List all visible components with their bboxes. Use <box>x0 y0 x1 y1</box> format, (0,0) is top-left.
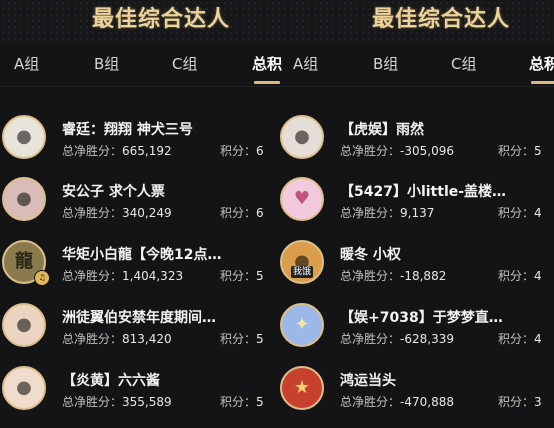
streamer-name: 睿廷：翔翔 神犬三号 <box>62 122 193 138</box>
tab-group-b-right[interactable]: B组 <box>373 53 398 75</box>
streamer-name: 【5427】小little-盖楼… <box>340 184 507 200</box>
ranking-list-item[interactable]: ● 洲徒翼伯安禁年度期间… 总净胜分：813,420 积分：5 <box>2 303 279 365</box>
streamer-name: 【虎娱】雨然 <box>340 122 424 138</box>
avatar: ● <box>2 177 46 221</box>
divider <box>0 86 554 87</box>
tab-total-right[interactable]: 总积 <box>529 53 554 84</box>
streamer-name: 鸿运当头 <box>340 373 396 389</box>
person-avatar-icon: ● <box>16 126 32 147</box>
avatar: ● <box>2 115 46 159</box>
ranking-list-item[interactable]: ● 我饿 暖冬 小权 总净胜分：-18,882 积分：4 <box>280 240 554 302</box>
avatar: ● <box>2 303 46 347</box>
points: 积分：3 <box>498 395 542 409</box>
points: 积分：5 <box>498 144 542 158</box>
net-win-score: 总净胜分：-18,882 <box>340 269 447 283</box>
person-avatar-icon: ● <box>16 314 32 335</box>
avatar: ● <box>2 366 46 410</box>
points: 积分：6 <box>220 144 264 158</box>
ranking-list-item[interactable]: ● 安公子 求个人票 总净胜分：340,249 积分：6 <box>2 177 279 239</box>
active-tab-underline <box>254 81 281 84</box>
person-avatar-icon: ● <box>16 377 32 398</box>
net-win-score: 总净胜分：813,420 <box>62 332 172 346</box>
active-tab-underline-right <box>531 81 554 84</box>
ranking-list-item[interactable]: ● 【虎娱】雨然 总净胜分：-305,096 积分：5 <box>280 115 554 177</box>
points: 积分：5 <box>220 269 264 283</box>
tab-group-b[interactable]: B组 <box>94 53 119 75</box>
net-win-score: 总净胜分：355,589 <box>62 395 172 409</box>
ranking-list-item[interactable]: ● 【炎黄】六六酱 总净胜分：355,589 积分：5 <box>2 366 279 428</box>
tab-total-label: 总积 <box>252 55 283 73</box>
tab-total[interactable]: 总积 <box>252 53 283 84</box>
page-title: 最佳综合达人 <box>92 7 231 32</box>
avatar: ♥ <box>280 177 324 221</box>
avatar-caption: 我饿 <box>291 266 314 278</box>
net-win-score: 总净胜分：-628,339 <box>340 332 454 346</box>
avatar: ● <box>280 115 324 159</box>
avatar: ● 我饿 <box>280 240 324 284</box>
streamer-name: 【炎黄】六六酱 <box>62 373 160 389</box>
streamer-name: 【娱+7038】于梦梦直… <box>340 310 503 326</box>
net-win-score: 总净胜分：340,249 <box>62 206 172 220</box>
streamer-name: 华矩小白龍【今晚12点… <box>62 247 222 263</box>
live-audio-icon: ♫ <box>34 270 50 286</box>
lucky-avatar-icon: ★ <box>293 377 311 398</box>
net-win-score: 总净胜分：665,192 <box>62 144 172 158</box>
tab-total-label-right: 总积 <box>529 55 554 73</box>
net-win-score: 总净胜分：-470,888 <box>340 395 454 409</box>
points: 积分：4 <box>498 269 542 283</box>
ranking-list-item[interactable]: ✦ 【娱+7038】于梦梦直… 总净胜分：-628,339 积分：4 <box>280 303 554 365</box>
ranking-list-item[interactable]: ★ 鸿运当头 总净胜分：-470,888 积分：3 <box>280 366 554 428</box>
points: 积分：4 <box>498 332 542 346</box>
points: 积分：5 <box>220 395 264 409</box>
anime-avatar-icon: ✦ <box>294 314 310 335</box>
net-win-score: 总净胜分：1,404,323 <box>62 269 184 283</box>
tab-group-c-right[interactable]: C组 <box>451 53 476 75</box>
points: 积分：4 <box>498 206 542 220</box>
person-avatar-icon: ● <box>16 188 32 209</box>
ranking-list-item[interactable]: ♥ 【5427】小little-盖楼… 总净胜分：9,137 积分：4 <box>280 177 554 239</box>
header-banner: 最佳综合达人 最佳综合达人 <box>0 0 554 42</box>
points: 积分：6 <box>220 206 264 220</box>
person-avatar-icon: ● <box>294 126 310 147</box>
streamer-name: 安公子 求个人票 <box>62 184 165 200</box>
net-win-score: 总净胜分：9,137 <box>340 206 435 220</box>
cartoon-avatar-icon: ♥ <box>293 188 311 209</box>
tab-group-a-right[interactable]: A组 <box>293 53 318 75</box>
page-title-duplicate: 最佳综合达人 <box>372 7 511 32</box>
net-win-score: 总净胜分：-305,096 <box>340 144 454 158</box>
avatar: ✦ <box>280 303 324 347</box>
ranking-list-item[interactable]: ● 睿廷：翔翔 神犬三号 总净胜分：665,192 积分：6 <box>2 115 279 177</box>
points: 积分：5 <box>220 332 264 346</box>
avatar: ★ <box>280 366 324 410</box>
tab-group-c[interactable]: C组 <box>172 53 197 75</box>
streamer-name: 洲徒翼伯安禁年度期间… <box>62 310 216 326</box>
streamer-name: 暖冬 小权 <box>340 247 401 263</box>
tab-group-a[interactable]: A组 <box>14 53 39 75</box>
group-tab-bar: A组 B组 C组 总积 A组 B组 C组 总积 <box>0 42 554 86</box>
ranking-list-item[interactable]: 龍 ♫ 华矩小白龍【今晚12点… 总净胜分：1,404,323 积分：5 <box>2 240 279 302</box>
